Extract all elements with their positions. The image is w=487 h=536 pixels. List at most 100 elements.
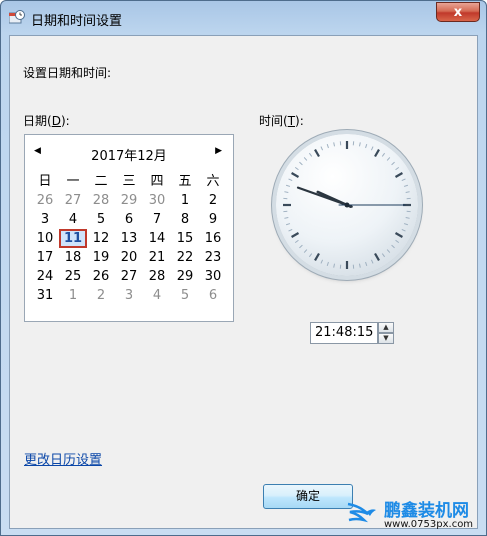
hour-tick xyxy=(374,149,380,158)
calendar-day[interactable]: 20 xyxy=(115,248,143,267)
ok-button[interactable]: 确定 xyxy=(263,484,353,509)
hour-tick xyxy=(314,252,320,261)
calendar-day[interactable]: 29 xyxy=(115,191,143,210)
time-input[interactable]: 21:48:15 xyxy=(310,322,378,344)
calendar-day[interactable]: 26 xyxy=(87,267,115,286)
minute-hand xyxy=(296,186,353,208)
minute-tick xyxy=(333,142,336,147)
minute-tick xyxy=(288,228,293,232)
window-title: 日期和时间设置 xyxy=(31,14,123,29)
calendar-day[interactable]: 4 xyxy=(59,210,87,229)
calendar-day[interactable]: 9 xyxy=(199,210,227,229)
calendar-day[interactable]: 25 xyxy=(59,267,87,286)
calendar-day[interactable]: 24 xyxy=(31,267,59,286)
clock-face-icon xyxy=(283,141,411,269)
clock-center-pin xyxy=(344,202,350,208)
weekday-label: 一 xyxy=(66,174,80,189)
spin-up-icon[interactable]: ▲ xyxy=(378,322,394,333)
calendar-day[interactable]: 27 xyxy=(59,191,87,210)
dialog-window: 日期和时间设置 x 设置日期和时间: 日期(D): 时间(T): ◀ 2017年… xyxy=(0,0,487,536)
calendar-day[interactable]: 30 xyxy=(143,191,171,210)
minute-tick xyxy=(294,239,299,244)
close-button[interactable]: x xyxy=(436,2,480,22)
calendar-day[interactable]: 4 xyxy=(143,286,171,305)
calendar-day[interactable]: 6 xyxy=(199,286,227,305)
minute-tick xyxy=(308,152,313,157)
minute-tick xyxy=(358,263,361,268)
minute-tick xyxy=(395,166,400,171)
hour-tick xyxy=(394,232,403,238)
calendar-day[interactable]: 23 xyxy=(199,248,227,267)
calendar-day[interactable]: 1 xyxy=(59,286,87,305)
calendar-day[interactable]: 2 xyxy=(87,286,115,305)
calendar-day[interactable]: 13 xyxy=(115,229,143,248)
calendar-day[interactable]: 1 xyxy=(171,191,199,210)
minute-tick xyxy=(395,239,400,244)
calendar-day[interactable]: 31 xyxy=(31,286,59,305)
hour-tick xyxy=(291,232,300,238)
time-spinner[interactable]: ▲ ▼ xyxy=(378,322,394,344)
calendar-week-row: 3456789 xyxy=(31,210,227,229)
minute-tick xyxy=(401,228,406,232)
hour-tick xyxy=(394,172,403,178)
time-label: 时间(T): xyxy=(259,114,304,128)
calendar-day[interactable]: 19 xyxy=(87,248,115,267)
minute-tick xyxy=(405,191,410,194)
weekday-label: 六 xyxy=(206,174,220,189)
calendar-day[interactable]: 2 xyxy=(199,191,227,210)
calendar-day[interactable]: 18 xyxy=(59,248,87,267)
calendar-day[interactable]: 5 xyxy=(171,286,199,305)
calendar-day[interactable]: 16 xyxy=(199,229,227,248)
calendar-day[interactable]: 22 xyxy=(171,248,199,267)
minute-tick xyxy=(284,216,289,219)
minute-tick xyxy=(333,263,336,268)
weekday-label: 五 xyxy=(178,174,192,189)
weekday-label: 日 xyxy=(38,174,52,189)
hour-tick xyxy=(374,252,380,261)
calendar-day[interactable]: 10 xyxy=(31,229,59,248)
clock-calendar-icon xyxy=(9,10,25,24)
calendar-day[interactable]: 14 xyxy=(143,229,171,248)
calendar-day[interactable]: 30 xyxy=(199,267,227,286)
set-datetime-heading: 设置日期和时间: xyxy=(23,66,112,80)
calendar-day[interactable]: 3 xyxy=(31,210,59,229)
calendar-day[interactable]: 17 xyxy=(31,248,59,267)
minute-tick xyxy=(381,253,386,258)
calendar-day[interactable]: 12 xyxy=(87,229,115,248)
minute-tick xyxy=(303,249,308,253)
minute-tick xyxy=(284,191,289,194)
minute-tick xyxy=(285,184,291,187)
minute-tick xyxy=(365,261,368,267)
minute-tick xyxy=(303,157,308,161)
next-month-icon[interactable]: ▶ xyxy=(215,146,222,156)
minute-tick xyxy=(320,259,324,264)
minute-tick xyxy=(294,166,299,171)
analog-clock xyxy=(276,134,418,276)
calendar-control[interactable]: ◀ 2017年12月 ▶ 日一二三四五六 26 27 28 29 30 1 2 3 4 5 6 7 8 9 1… xyxy=(24,134,234,322)
minute-tick xyxy=(405,216,410,219)
calendar-day[interactable]: 28 xyxy=(87,191,115,210)
calendar-day[interactable]: 3 xyxy=(115,286,143,305)
calendar-day[interactable]: 8 xyxy=(171,210,199,229)
weekday-header-row: 日一二三四五六 xyxy=(31,172,227,191)
calendar-month-title[interactable]: 2017年12月 xyxy=(25,145,233,164)
calendar-day[interactable]: 6 xyxy=(115,210,143,229)
calendar-day[interactable]: 26 xyxy=(31,191,59,210)
calendar-day[interactable]: 27 xyxy=(115,267,143,286)
calendar-day[interactable]: 5 xyxy=(87,210,115,229)
calendar-day-selected[interactable]: 11 xyxy=(59,229,87,248)
watermark-url: www.0753px.com xyxy=(384,519,474,530)
calendar-day[interactable]: 7 xyxy=(143,210,171,229)
minute-tick xyxy=(326,261,329,267)
change-calendar-settings-link[interactable]: 更改日历设置 xyxy=(24,449,102,468)
calendar-day[interactable]: 28 xyxy=(143,267,171,286)
title-bar[interactable]: 日期和时间设置 x xyxy=(1,1,486,34)
calendar-day[interactable]: 21 xyxy=(143,248,171,267)
calendar-week-row: 24 25 26 27 28 29 30 xyxy=(31,267,227,286)
calendar-week-row: 17 18 19 20 21 22 23 xyxy=(31,248,227,267)
calendar-day[interactable]: 29 xyxy=(171,267,199,286)
spin-down-icon[interactable]: ▼ xyxy=(378,333,394,344)
calendar-day[interactable]: 15 xyxy=(171,229,199,248)
bird-logo-icon xyxy=(347,502,376,523)
dialog-content: 设置日期和时间: 日期(D): 时间(T): ◀ 2017年12月 ▶ 日一二三… xyxy=(9,35,478,529)
